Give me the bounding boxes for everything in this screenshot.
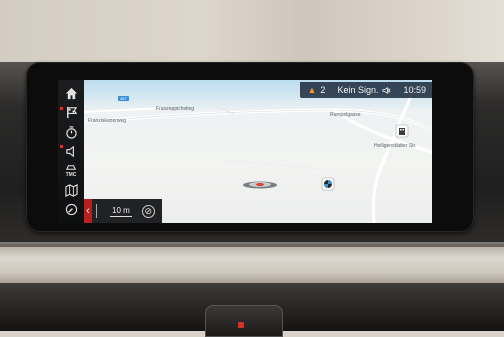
map-scale-label: 10 m <box>110 205 132 217</box>
timer-icon[interactable] <box>63 125 79 139</box>
compass-icon[interactable] <box>63 202 79 216</box>
scale-ticks <box>96 204 101 218</box>
active-indicator <box>60 106 63 110</box>
warning-icon: ▲ <box>307 85 317 95</box>
home-icon[interactable] <box>63 87 79 101</box>
gps-signal-icon[interactable]: ⊘ <box>141 204 155 218</box>
nav-sidebar: TMC <box>58 80 84 223</box>
voice-icon[interactable] <box>60 144 79 158</box>
tmc-icon[interactable]: TMC <box>63 164 79 178</box>
street-label: Franzeppichstieg <box>156 106 195 112</box>
bmw-dealer-icon[interactable] <box>321 177 335 191</box>
tmc-label: TMC <box>65 171 77 178</box>
hazard-indicator <box>238 322 244 328</box>
signal-status: Kein Sign. <box>337 85 379 95</box>
collapse-chevron-icon[interactable]: ‹ <box>84 199 92 223</box>
clock: 10:59 <box>403 85 426 95</box>
voice-active-indicator <box>60 145 63 149</box>
no-signal-icon <box>382 86 391 94</box>
street-label: Franziskanerweg <box>88 118 127 124</box>
status-bar: ▲ 2 Kein Sign. 10:59 <box>299 82 432 98</box>
background-wall <box>0 0 504 70</box>
street-label: Rumpelgasse <box>330 112 361 118</box>
street-label: Heiligenstädter Str. <box>374 143 417 149</box>
destination-flag-icon[interactable] <box>60 106 79 120</box>
warning-count: 2 <box>320 85 326 95</box>
vehicle-position-marker <box>243 181 277 189</box>
dashboard-trim <box>0 247 504 283</box>
navigation-map[interactable]: 387 Franziskanerweg Franzeppichstieg Rum… <box>84 80 432 223</box>
map-view-icon[interactable] <box>63 183 79 197</box>
navigation-screen: TMC 387 Franziskanerweg Franzeppichstieg… <box>58 80 432 223</box>
map-scale-panel: ‹ 10 m ⊘ <box>84 199 162 223</box>
hazard-button[interactable] <box>205 305 283 337</box>
road-reference-tag: 387 <box>118 96 129 101</box>
poi-building-icon[interactable] <box>395 124 409 138</box>
